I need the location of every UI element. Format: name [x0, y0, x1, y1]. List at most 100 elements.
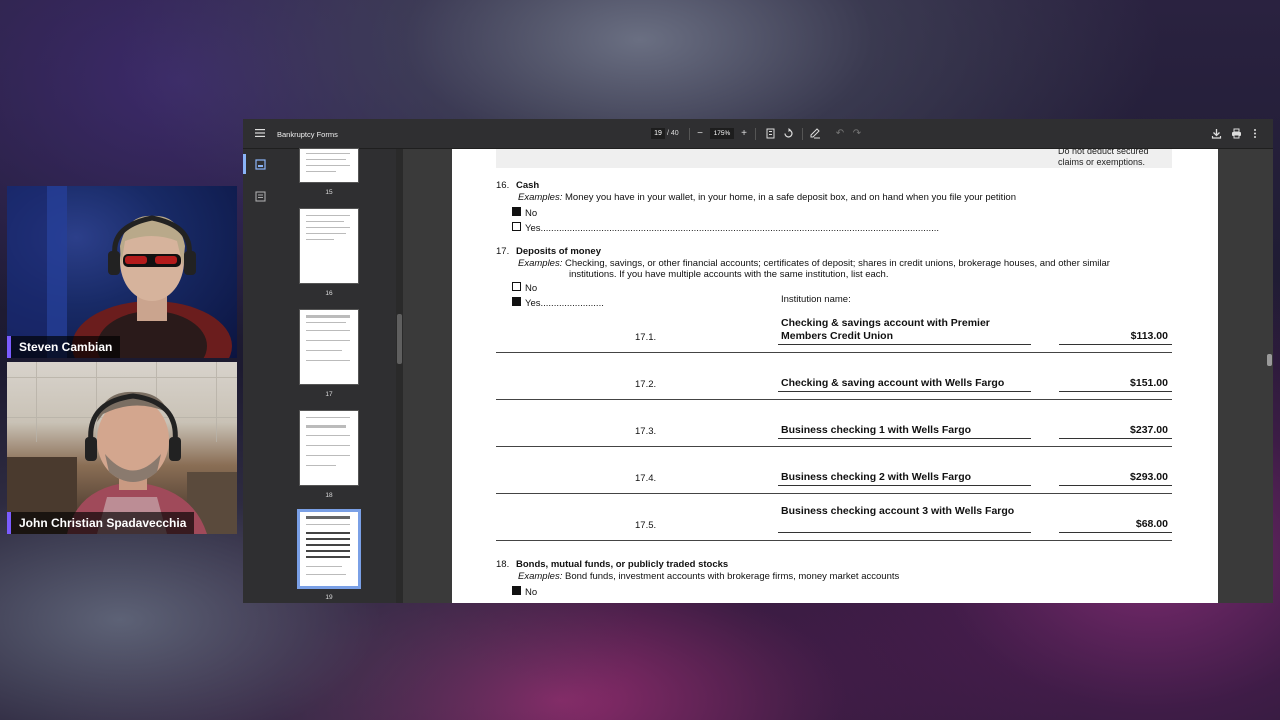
checkbox-yes[interactable]	[512, 297, 521, 306]
row-divider	[496, 446, 1172, 447]
field-underline	[778, 438, 1031, 439]
row-divider	[496, 540, 1172, 541]
sidebar-scroll-thumb[interactable]	[397, 314, 402, 364]
webcam-john: John Christian Spadavecchia	[7, 362, 237, 534]
field-underline	[1059, 485, 1172, 486]
account-number: 17.5.	[635, 520, 657, 531]
account-number: 17.3.	[635, 426, 657, 437]
examples-label: Examples:	[518, 258, 563, 269]
amount-field[interactable]: $68.00	[1060, 518, 1168, 530]
column-note: Do not deduct secured claims or exemptio…	[1058, 149, 1149, 168]
section-title: Bonds, mutual funds, or publicly traded …	[516, 559, 729, 570]
outline-icon[interactable]	[255, 191, 266, 202]
participant-video-john	[7, 391, 237, 534]
institution-name-field[interactable]: Checking & saving account with Wells Far…	[781, 377, 1031, 390]
thumbnail-page-number: 18	[325, 492, 333, 499]
institution-name-field[interactable]: Business checking 1 with Wells Fargo	[781, 424, 1031, 437]
checkbox-no[interactable]	[512, 282, 521, 291]
participant-video-steven	[7, 186, 232, 358]
zoom-in-icon[interactable]: +	[738, 127, 750, 140]
checkbox-label: No	[525, 208, 538, 219]
thumbnail-page-number: 16	[325, 290, 333, 297]
page-thumbnail[interactable]	[300, 209, 358, 283]
annotate-icon[interactable]	[810, 128, 821, 139]
more-icon[interactable]	[1252, 128, 1258, 139]
section-number: 16.	[496, 180, 510, 191]
examples-label: Examples:	[518, 571, 563, 582]
checkbox-no[interactable]	[512, 586, 521, 595]
account-number: 17.2.	[635, 379, 657, 390]
undo-icon[interactable]: ↶	[834, 127, 846, 140]
thumbnails-icon[interactable]	[255, 159, 266, 170]
column-note-line-2: claims or exemptions.	[1058, 157, 1146, 167]
examples-continuation: institutions. If you have multiple accou…	[569, 269, 889, 280]
participant-name-label: John Christian Spadavecchia	[7, 512, 195, 534]
field-underline	[778, 532, 1031, 533]
page-thumbnail[interactable]	[300, 310, 358, 384]
document-title: Bankruptcy Forms	[277, 130, 338, 139]
checkbox-label: Yes.....................................…	[525, 223, 940, 234]
toolbar-divider	[689, 128, 690, 140]
amount-field[interactable]: $151.00	[1060, 377, 1168, 389]
thumbnail-page-number: 15	[325, 189, 333, 196]
amount-field[interactable]: $237.00	[1060, 424, 1168, 436]
thumbnail-page-number: 19	[325, 594, 333, 601]
section-examples: Examples: Money you have in your wallet,…	[518, 192, 1016, 203]
section-number: 18.	[496, 559, 510, 570]
webcam-steven: Steven Cambian	[7, 186, 237, 358]
field-underline	[778, 344, 1031, 345]
checkbox-label: Yes........................	[525, 298, 604, 309]
pdf-page: Do not deduct secured claims or exemptio…	[452, 149, 1218, 603]
redo-icon[interactable]: ↷	[851, 127, 863, 140]
fit-page-icon[interactable]	[766, 128, 775, 139]
thumbnail-sidebar: 15 16 17 18 19	[243, 149, 403, 603]
field-underline	[778, 485, 1031, 486]
page-total: / 40	[667, 130, 679, 137]
institution-name-field[interactable]: Business checking account 3 with Wells F…	[781, 505, 1031, 518]
participant-name-label: Steven Cambian	[7, 336, 121, 358]
checkbox-label: No	[525, 283, 538, 294]
institution-name-field[interactable]: Business checking 2 with Wells Fargo	[781, 471, 1031, 484]
toolbar-divider	[755, 128, 756, 140]
page-number-input[interactable]: 19	[651, 128, 665, 139]
amount-field[interactable]: $113.00	[1060, 330, 1168, 342]
page-thumbnail[interactable]	[300, 149, 358, 182]
examples-text: Bond funds, investment accounts with bro…	[562, 571, 900, 582]
examples-text: Money you have in your wallet, in your h…	[562, 192, 1016, 203]
toolbar-divider	[802, 128, 803, 140]
field-underline	[778, 391, 1031, 392]
account-number: 17.4.	[635, 473, 657, 484]
page-thumbnail[interactable]	[300, 411, 358, 485]
row-divider	[496, 352, 1172, 353]
checkbox-label: No	[525, 587, 538, 598]
document-scrollbar[interactable]	[1266, 149, 1273, 603]
institution-name-field[interactable]: Checking & savings account with Premier …	[781, 317, 1031, 343]
column-note-line-1: Do not deduct secured	[1058, 149, 1149, 156]
menu-icon[interactable]	[255, 128, 265, 138]
pdf-viewer-window: Bankruptcy Forms 19 / 40 − 175% + ↶ ↷ 15…	[243, 119, 1273, 603]
page-thumbnail-selected[interactable]	[300, 512, 358, 586]
zoom-level-input[interactable]: 175%	[710, 128, 734, 139]
examples-label: Examples:	[518, 192, 563, 203]
amount-field[interactable]: $293.00	[1060, 471, 1168, 483]
sidebar-scrollbar[interactable]	[396, 149, 403, 603]
field-underline	[1059, 438, 1172, 439]
checkbox-yes[interactable]	[512, 222, 521, 231]
section-examples: Examples: Checking, savings, or other fi…	[518, 258, 1110, 269]
examples-text: Checking, savings, or other financial ac…	[562, 258, 1110, 269]
account-number: 17.1.	[635, 332, 657, 343]
thumbnail-page-number: 17	[325, 391, 333, 398]
section-title: Deposits of money	[516, 246, 601, 257]
checkbox-no[interactable]	[512, 207, 521, 216]
rotate-icon[interactable]	[783, 128, 794, 139]
active-indicator	[243, 154, 246, 174]
row-divider	[496, 493, 1172, 494]
zoom-out-icon[interactable]: −	[694, 127, 706, 140]
institution-name-label: Institution name:	[781, 294, 851, 305]
field-underline	[1059, 344, 1172, 345]
download-icon[interactable]	[1211, 128, 1222, 139]
print-icon[interactable]	[1231, 128, 1242, 139]
document-area: Do not deduct secured claims or exemptio…	[403, 149, 1265, 603]
field-underline	[1059, 391, 1172, 392]
document-scroll-thumb[interactable]	[1267, 354, 1272, 366]
